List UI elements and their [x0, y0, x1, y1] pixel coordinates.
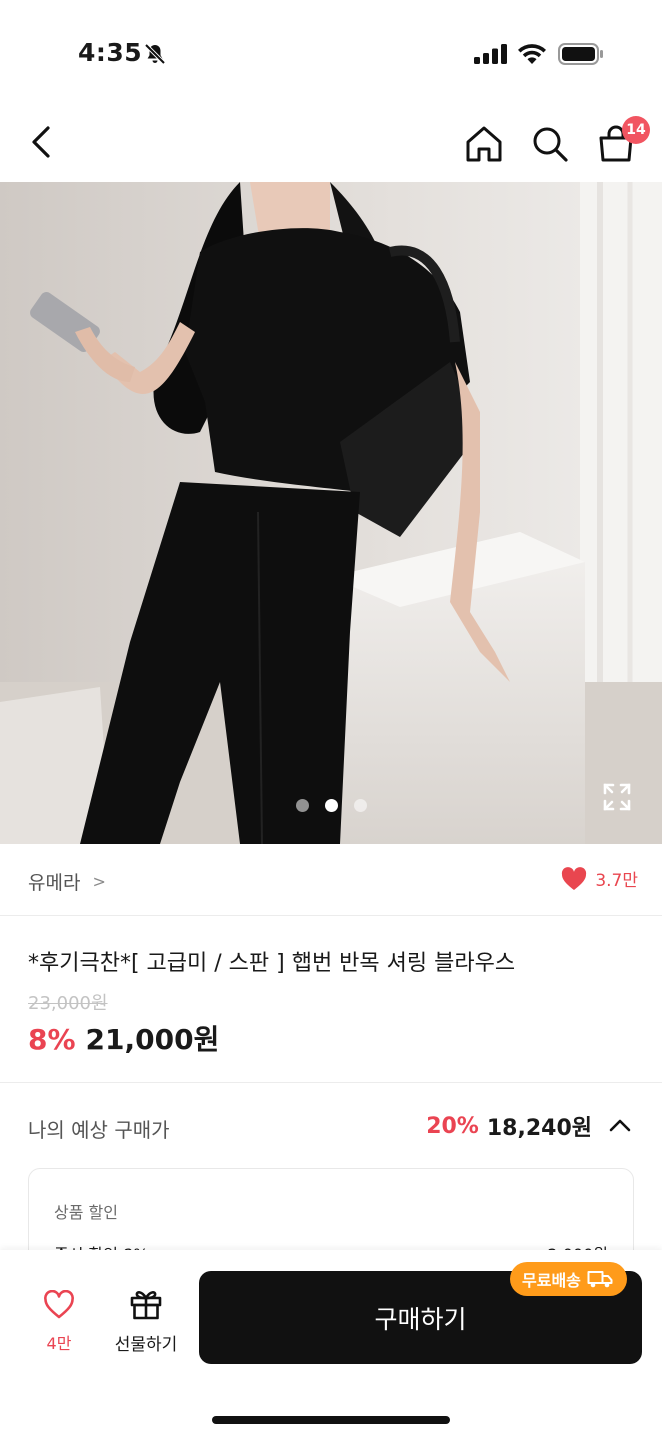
price-row: 8% 21,000원	[28, 1018, 219, 1058]
discount-rate: 8%	[28, 1023, 76, 1056]
status-time: 4:35	[78, 38, 143, 67]
buy-button-label: 구매하기	[374, 1304, 467, 1334]
carousel-dot[interactable]	[296, 799, 309, 812]
chevron-up-icon	[609, 1119, 631, 1132]
product-image-carousel[interactable]	[0, 182, 662, 844]
brand-row: 유메라 > 3.7만	[0, 844, 662, 916]
truck-icon	[587, 1271, 613, 1288]
gift-button[interactable]: 선물하기	[108, 1288, 184, 1355]
brand-name: 유메라	[28, 872, 81, 894]
cart-count-badge: 14	[622, 116, 650, 144]
wifi-icon	[518, 44, 546, 64]
product-photo	[0, 182, 662, 844]
chevron-left-icon[interactable]	[22, 120, 62, 164]
brand-link[interactable]: 유메라 >	[28, 868, 106, 895]
expected-price-summary[interactable]: 20% 18,240원	[426, 1110, 634, 1142]
chevron-right-icon: >	[92, 872, 106, 891]
home-icon[interactable]	[462, 122, 506, 166]
product-title: *후기극찬*[ 고급미 / 스판 ] 햅번 반목 셔링 블라우스	[28, 951, 516, 976]
brand-like-count: 3.7만	[595, 871, 638, 891]
sale-price: 21,000원	[85, 1023, 220, 1056]
expected-discount-rate: 20%	[426, 1113, 479, 1139]
status-bar: 4:35	[0, 0, 662, 104]
expected-price: 18,240원	[486, 1116, 592, 1141]
carousel-indicator	[296, 799, 367, 813]
wishlist-count: 4만	[46, 1334, 72, 1353]
discount-card-title: 상품 할인	[54, 1203, 118, 1222]
heart-outline-icon	[44, 1290, 74, 1319]
carousel-dot-active[interactable]	[325, 799, 338, 812]
signal-icon	[474, 44, 507, 64]
brand-like-button[interactable]: 3.7만	[561, 866, 638, 891]
search-icon[interactable]	[528, 122, 572, 166]
original-price: 23,000원	[28, 993, 108, 1014]
product-info: *후기극찬*[ 고급미 / 스판 ] 햅번 반목 셔링 블라우스 23,000원…	[0, 917, 662, 1083]
top-navigation	[0, 104, 662, 182]
wishlist-button[interactable]: 4만	[30, 1290, 88, 1354]
home-indicator	[212, 1416, 450, 1424]
gift-icon	[130, 1291, 162, 1320]
heart-filled-icon	[562, 866, 587, 890]
expected-price-toggle[interactable]: 나의 예상 구매가 20% 18,240원	[0, 1084, 662, 1168]
free-shipping-badge: 무료배송	[510, 1262, 627, 1296]
expected-price-label: 나의 예상 구매가	[28, 1118, 170, 1142]
bottom-action-bar: 4만 선물하기 구매하기 무료배송	[0, 1250, 662, 1440]
carousel-dot[interactable]	[354, 799, 367, 812]
bell-slash-icon	[144, 43, 166, 65]
expand-icon[interactable]	[602, 782, 632, 812]
battery-icon	[558, 43, 603, 65]
gift-label: 선물하기	[114, 1335, 178, 1355]
free-shipping-label: 무료배송	[522, 1271, 581, 1290]
